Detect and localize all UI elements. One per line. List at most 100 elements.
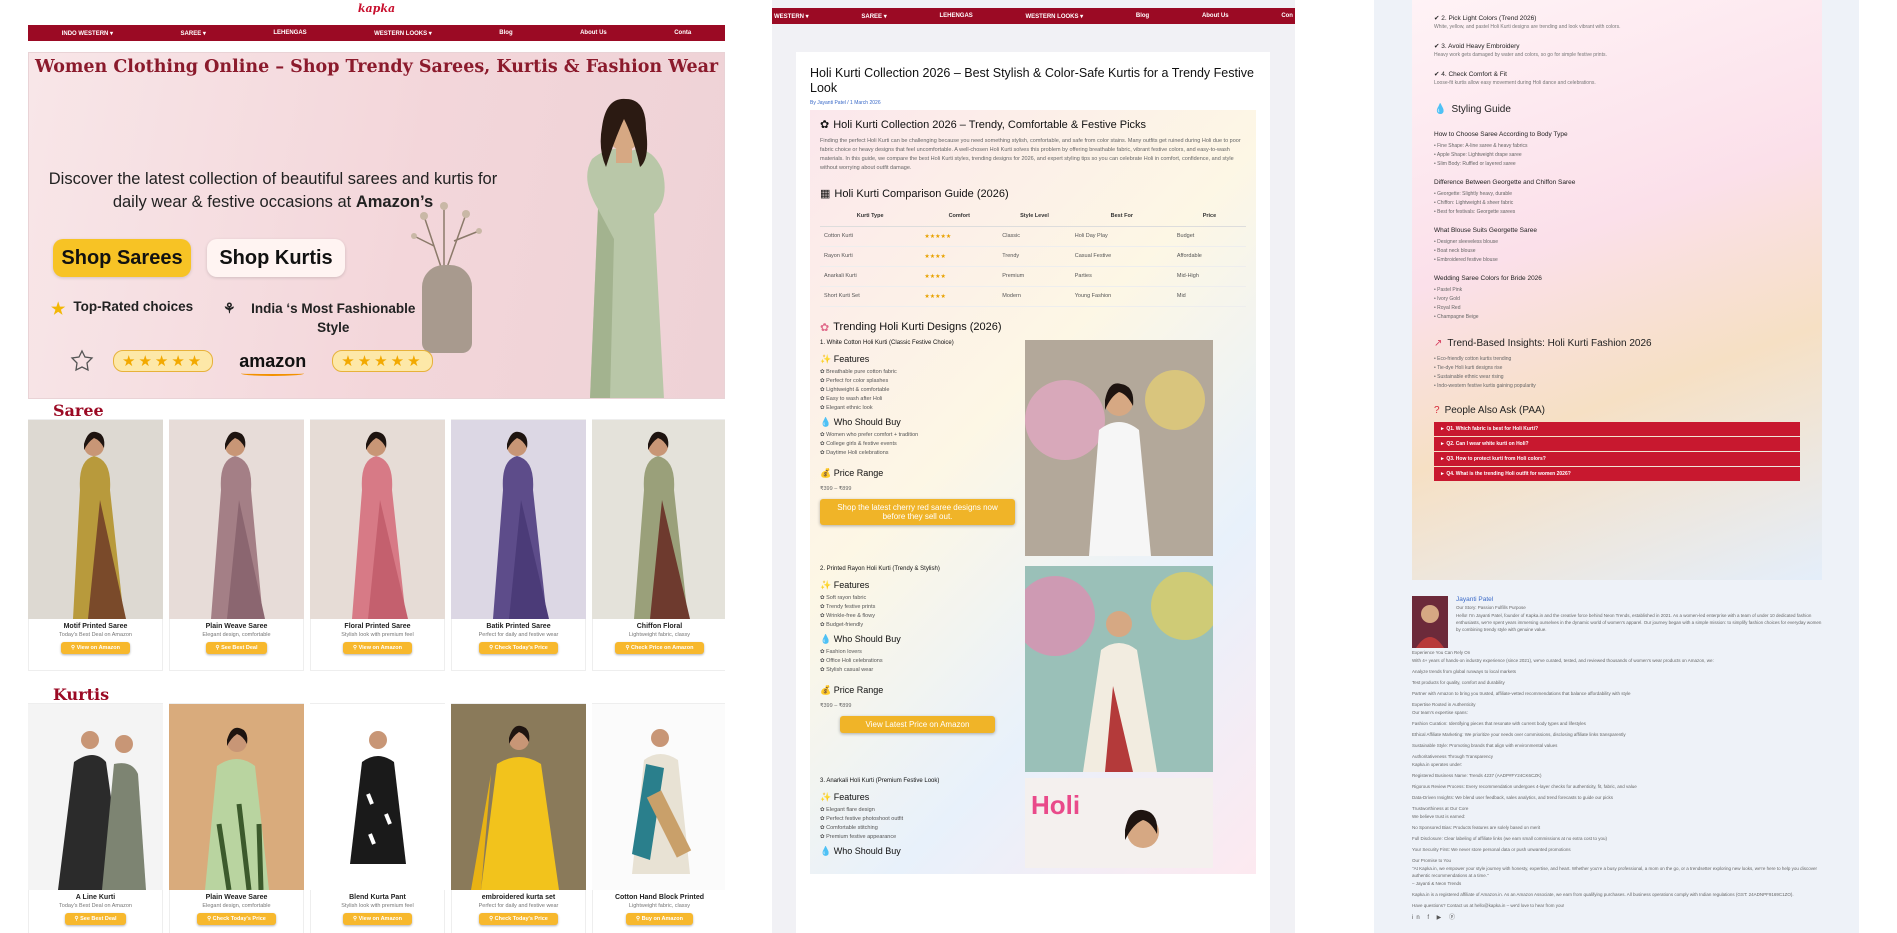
product-card[interactable]: Motif Printed Saree Today's Best Deal on… [28,419,163,671]
social-icons[interactable]: in f ▶ ⓟ [1412,915,1822,922]
nav-item-about[interactable]: About Us [580,30,607,36]
product-buy-button[interactable]: ⚲ Buy on Amazon [626,913,693,925]
author-text-line: Sustainable Style: Promoting brands that… [1412,743,1558,748]
nav-item-indo-western[interactable]: INDO WESTERN ▾ [62,30,113,37]
nav-item-about[interactable]: About Us [1202,13,1229,19]
saree-section-title: Saree [53,401,104,420]
guide-heading: Difference Between Georgette and Chiffon… [1434,179,1576,186]
product-desc: Lightweight fabric, classy [628,632,691,638]
table-cell: Holi Day Play [1070,226,1173,247]
faq-item[interactable]: ► Q1. Which fabric is best for Holi Kurt… [1434,422,1800,436]
author-bio: Hello! I'm Jayanti Patel, founder of Kap… [1456,613,1822,632]
design-image[interactable] [1025,339,1213,556]
shop-kurtis-button[interactable]: Shop Kurtis [207,239,345,277]
nav-item-contact[interactable]: Con [1281,13,1293,19]
product-image[interactable] [28,420,163,619]
product-image[interactable] [28,704,163,890]
product-card[interactable]: Floral Printed Saree Stylish look with p… [310,419,445,671]
faq-item[interactable]: ► Q3. How to protect kurti from Holi col… [1434,452,1800,466]
product-desc: Perfect for daily and festive wear [478,903,559,909]
product-desc: Today's Best Deal on Amazon [59,903,132,909]
author-text-line: Data-Driven Insights: We blend user feed… [1412,795,1614,800]
product-buy-button[interactable]: ⚲ View on Amazon [343,642,412,654]
site-logo[interactable]: kapka [28,0,725,22]
nav-item-blog[interactable]: Blog [1136,13,1149,19]
product-card[interactable]: Batik Printed Saree Perfect for daily an… [451,419,586,671]
author-name[interactable]: Jayanti Patel [1456,596,1822,603]
product-card[interactable]: Plain Weave Saree Elegant design, comfor… [169,703,304,933]
author-text-line: – Jayanti & Neon Trends [1412,881,1462,886]
article-meta[interactable]: By Jayanti Patel / 1 March 2026 [810,100,1256,106]
product-name: embroidered kurta set [481,894,556,901]
product-image[interactable] [592,704,725,890]
list-item: ✿ Comfortable stitching [820,824,878,831]
product-buy-button[interactable]: ⚲ View on Amazon [61,642,130,654]
product-buy-button[interactable]: ⚲ See Best Deal [64,913,127,925]
product-image[interactable] [592,420,725,619]
product-card[interactable]: Cotton Hand Block Printed Lightweight fa… [592,703,725,933]
product-buy-button[interactable]: ⚲ Check Price on Amazon [615,642,704,654]
product-image[interactable] [310,704,445,890]
nav-item-western-looks[interactable]: WESTERN LOOKS ▾ [374,30,432,37]
styling-heading: 💧 Styling Guide [1434,104,1511,115]
comparison-table: Kurti Type Comfort Style Level Best For … [820,206,1246,307]
faq-item[interactable]: ► Q2. Can I wear white kurti on Holi? [1434,437,1800,451]
product-image[interactable] [451,704,586,890]
nav-item-western[interactable]: WESTERN ▾ [774,13,809,20]
main-nav: WESTERN ▾ SAREE ▾ LEHENGAS WESTERN LOOKS… [772,8,1295,24]
nav-item-saree[interactable]: SAREE ▾ [181,30,206,37]
nav-item-lehengas[interactable]: LEHENGAS [939,13,972,19]
faq-item[interactable]: ► Q4. What is the trending Holi outfit f… [1434,467,1800,481]
table-cell: ★★★★ [920,286,999,307]
shop-sarees-button[interactable]: Shop Sarees [53,239,191,277]
nav-item-contact[interactable]: Conta [674,30,691,36]
product-card[interactable]: A Line Kurti Today's Best Deal on Amazon… [28,703,163,933]
product-card[interactable]: Chiffon Floral Lightweight fabric, class… [592,419,725,671]
product-name: Chiffon Floral [636,623,683,630]
column-header: Best For [1070,206,1173,227]
design-heading: 3. Anarkali Holi Kurti (Premium Festive … [820,777,940,784]
list-item: ✿ Budget-friendly [820,621,864,628]
article-body: ✿ Holi Kurti Collection 2026 – Trendy, Co… [810,110,1256,874]
product-image[interactable] [310,420,445,619]
list-item: • Royal Red [1434,305,1461,311]
list-item: ✿ Easy to wash after Holi [820,395,883,402]
saree-grid: Motif Printed Saree Today's Best Deal on… [28,419,725,671]
nav-item-western-looks[interactable]: WESTERN LOOKS ▾ [1026,13,1084,20]
list-item: ✿ Women who prefer comfort + tradition [820,431,919,438]
nav-item-lehengas[interactable]: LEHENGAS [273,30,306,36]
product-buy-button[interactable]: ⚲ View on Amazon [343,913,412,925]
product-desc: Perfect for daily and festive wear [478,632,559,638]
product-card[interactable]: embroidered kurta set Perfect for daily … [451,703,586,933]
product-card[interactable]: Blend Kurta Pant Stylish look with premi… [310,703,445,933]
shop-cta-button[interactable]: Shop the latest cherry red saree designs… [820,498,1015,525]
price-heading: 💰 Price Range [820,467,884,478]
product-image[interactable] [169,704,304,890]
product-image[interactable] [451,420,586,619]
nav-item-blog[interactable]: Blog [499,30,512,36]
table-row: Cotton Kurti ★★★★★ Classic Holi Day Play Bud… [820,226,1246,247]
table-cell: Classic [998,226,1071,247]
product-buy-button[interactable]: ⚲ Check Today's Price [197,913,276,925]
product-buy-button[interactable]: ⚲ Check Today's Price [479,913,558,925]
table-cell: Rayon Kurti [820,246,921,267]
design-image[interactable] [1025,565,1213,772]
list-item: ✿ College girls & festive events [820,440,897,447]
product-buy-button[interactable]: ⚲ See Best Deal [205,642,268,654]
product-card[interactable]: Plain Weave Saree Elegant design, comfor… [169,419,304,671]
intro-text: Finding the perfect Holi Kurti can be ch… [820,138,1241,171]
product-buy-button[interactable]: ⚲ Check Today's Price [479,642,558,654]
product-image[interactable] [169,420,304,619]
hero-banner: Women Clothing Online – Shop Trendy Sare… [28,52,725,399]
list-item: ✿ Wrinkle-free & flowy [820,612,875,619]
nav-item-saree[interactable]: SAREE ▾ [861,13,886,20]
list-item: • Embroidered festive blouse [1434,257,1498,263]
table-cell: Short Kurti Set [820,286,921,307]
design-image[interactable]: Holi [1025,777,1213,868]
view-price-button[interactable]: View Latest Price on Amazon [840,715,995,733]
table-cell: Budget [1172,226,1246,247]
table-cell: Modern [998,286,1071,307]
author-text-line: Kapka.in is a registered affiliate of Am… [1412,892,1794,897]
list-item: • Sustainable ethnic wear rising [1434,374,1504,380]
list-item: • Pastel Pink [1434,287,1463,293]
